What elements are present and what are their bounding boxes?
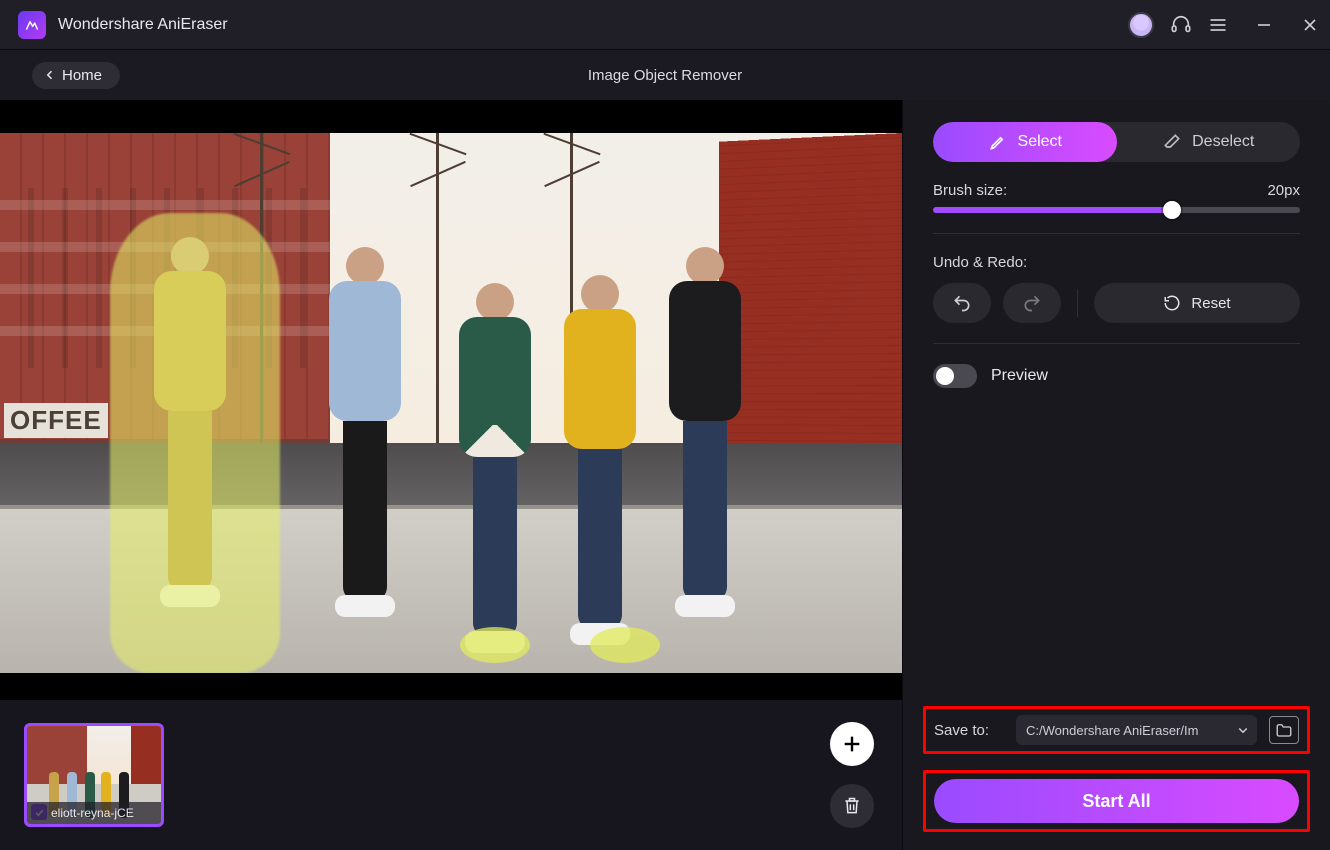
selection-mark bbox=[460, 627, 530, 663]
reset-label: Reset bbox=[1191, 295, 1230, 312]
person-3 bbox=[440, 283, 550, 663]
save-to-label: Save to: bbox=[934, 722, 1004, 739]
photo-layer: OFFEE bbox=[0, 133, 902, 673]
redo-icon bbox=[1022, 293, 1042, 313]
reset-icon bbox=[1163, 294, 1181, 312]
start-all-label: Start All bbox=[1082, 791, 1150, 812]
app-logo bbox=[18, 11, 46, 39]
undo-icon bbox=[952, 293, 972, 313]
add-image-button[interactable] bbox=[830, 722, 874, 766]
deselect-label: Deselect bbox=[1192, 133, 1254, 151]
save-path-value: C:/Wondershare AniEraser/Im bbox=[1026, 723, 1198, 738]
start-all-button[interactable]: Start All bbox=[934, 779, 1299, 823]
subheader: Home Image Object Remover bbox=[0, 50, 1330, 100]
selection-overlay bbox=[110, 213, 280, 673]
plus-icon bbox=[841, 733, 863, 755]
menu-icon[interactable] bbox=[1208, 15, 1228, 35]
window-close-icon[interactable] bbox=[1300, 15, 1320, 35]
redo-button[interactable] bbox=[1003, 283, 1061, 323]
undo-section-label: Undo & Redo: bbox=[933, 254, 1027, 271]
chevron-down-icon bbox=[1237, 724, 1249, 736]
undo-section: Undo & Redo: Reset bbox=[933, 254, 1300, 323]
mode-segmented: Select Deselect bbox=[933, 122, 1300, 162]
eraser-icon bbox=[1162, 132, 1182, 152]
select-label: Select bbox=[1018, 133, 1062, 151]
brush-size-row: Brush size: 20px bbox=[933, 182, 1300, 213]
person-2 bbox=[300, 247, 430, 667]
brush-icon bbox=[988, 132, 1008, 152]
reset-button[interactable]: Reset bbox=[1094, 283, 1300, 323]
app-title: Wondershare AniEraser bbox=[58, 16, 228, 34]
home-button[interactable]: Home bbox=[32, 62, 120, 89]
delete-image-button[interactable] bbox=[830, 784, 874, 828]
coffee-sign: OFFEE bbox=[4, 403, 108, 438]
home-label: Home bbox=[62, 67, 102, 84]
trash-icon bbox=[842, 796, 862, 816]
preview-label: Preview bbox=[991, 367, 1048, 385]
brush-size-label: Brush size: bbox=[933, 182, 1007, 199]
selection-mark bbox=[590, 627, 660, 663]
thumbnail-caption: eliott-reyna-jCE bbox=[27, 802, 161, 824]
brush-size-value: 20px bbox=[1267, 182, 1300, 199]
save-path-dropdown[interactable]: C:/Wondershare AniEraser/Im bbox=[1016, 715, 1257, 745]
brush-size-slider[interactable] bbox=[933, 207, 1300, 213]
divider bbox=[933, 233, 1300, 234]
preview-toggle[interactable] bbox=[933, 364, 977, 388]
browse-folder-button[interactable] bbox=[1269, 716, 1299, 744]
toggle-knob-icon bbox=[936, 367, 954, 385]
undo-button[interactable] bbox=[933, 283, 991, 323]
page-title: Image Object Remover bbox=[588, 67, 742, 84]
thumbnail-strip: eliott-reyna-jCE bbox=[0, 700, 902, 850]
divider bbox=[1077, 289, 1078, 317]
image-thumbnail[interactable]: eliott-reyna-jCE bbox=[24, 723, 164, 827]
select-mode-button[interactable]: Select bbox=[933, 122, 1117, 162]
deselect-mode-button[interactable]: Deselect bbox=[1117, 122, 1301, 162]
window-minimize-icon[interactable] bbox=[1254, 15, 1274, 35]
preview-row: Preview bbox=[933, 364, 1300, 388]
titlebar: Wondershare AniEraser bbox=[0, 0, 1330, 50]
person-5 bbox=[640, 247, 770, 667]
folder-icon bbox=[1275, 722, 1293, 738]
chevron-left-icon bbox=[44, 69, 56, 81]
main: OFFEE bbox=[0, 100, 1330, 850]
divider bbox=[933, 343, 1300, 344]
slider-thumb-icon[interactable] bbox=[1163, 201, 1181, 219]
canvas[interactable]: OFFEE bbox=[0, 100, 902, 700]
save-row-highlight: Save to: C:/Wondershare AniEraser/Im bbox=[923, 706, 1310, 754]
start-button-highlight: Start All bbox=[923, 770, 1310, 832]
side-panel: Select Deselect Brush size: 20px Undo & … bbox=[902, 100, 1330, 850]
support-icon[interactable] bbox=[1170, 14, 1192, 36]
user-avatar[interactable] bbox=[1128, 12, 1154, 38]
canvas-area: OFFEE bbox=[0, 100, 902, 850]
